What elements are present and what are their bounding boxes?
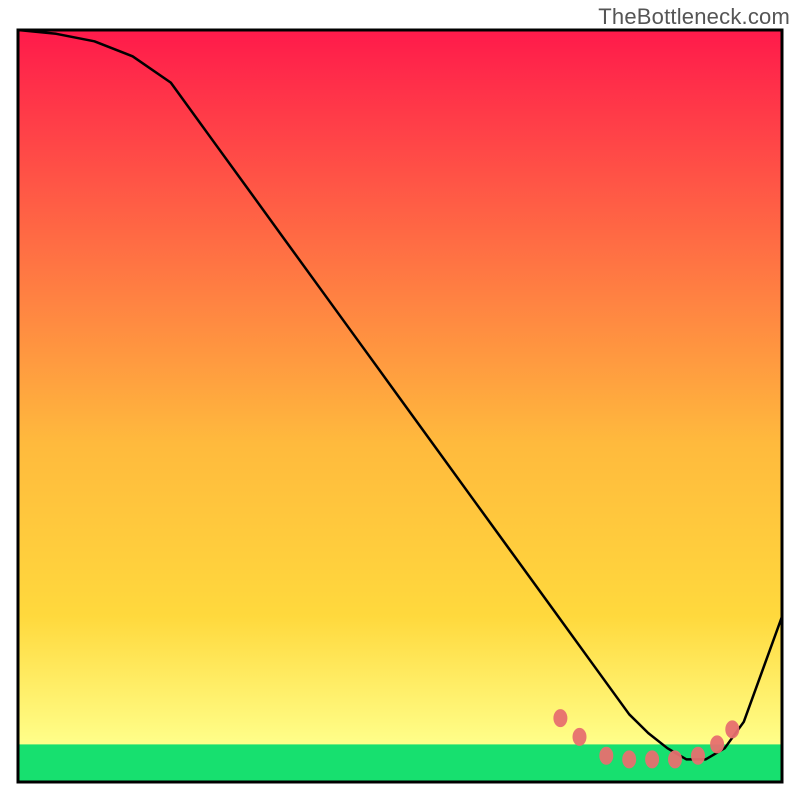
curve-marker (553, 709, 567, 727)
chart-container: TheBottleneck.com (0, 0, 800, 800)
curve-marker (573, 728, 587, 746)
curve-marker (622, 750, 636, 768)
plot-area (18, 30, 782, 782)
curve-marker (691, 747, 705, 765)
curve-marker (710, 735, 724, 753)
chart-background-gradient (18, 30, 782, 782)
optimal-band (18, 744, 782, 782)
curve-marker (725, 720, 739, 738)
watermark-text: TheBottleneck.com (598, 4, 790, 30)
curve-marker (645, 750, 659, 768)
curve-marker (668, 750, 682, 768)
curve-marker (599, 747, 613, 765)
bottleneck-chart (0, 0, 800, 800)
